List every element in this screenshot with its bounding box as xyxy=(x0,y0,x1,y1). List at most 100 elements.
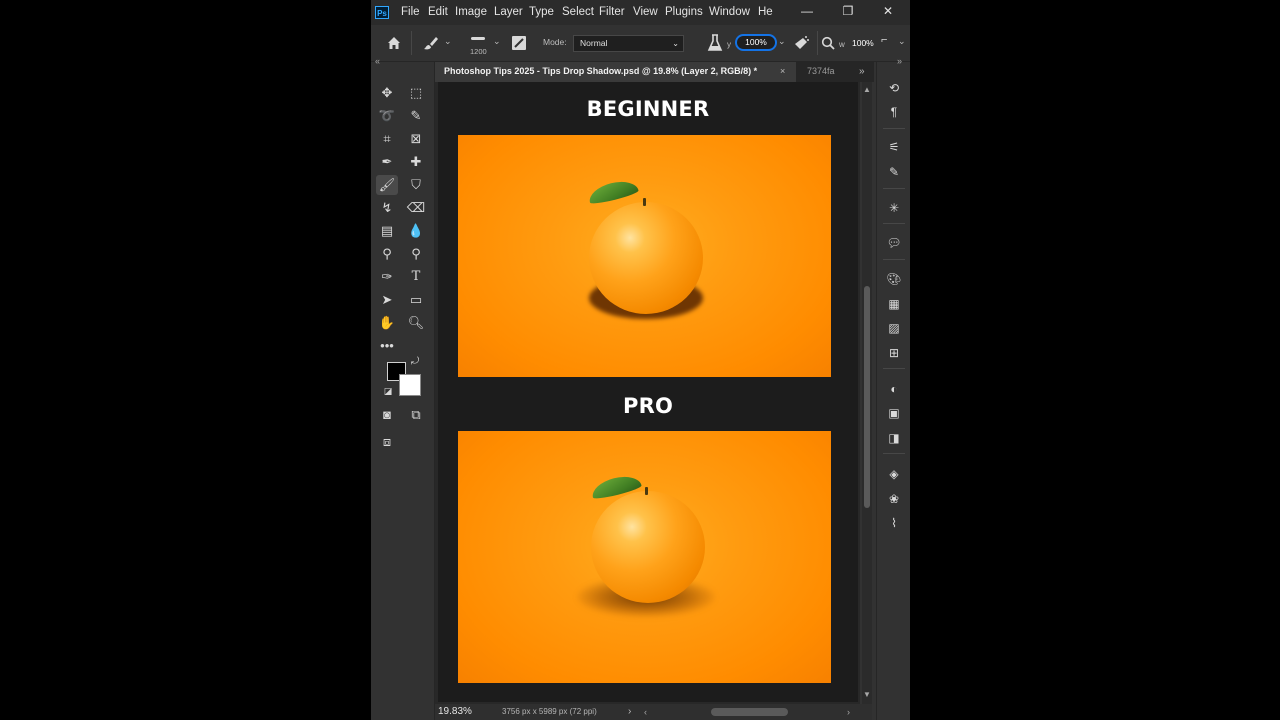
quick-mask-icon[interactable]: ◙ xyxy=(376,405,398,425)
eyedropper-tool-icon[interactable]: ✒ xyxy=(376,152,398,172)
status-menu-arrow[interactable]: › xyxy=(628,704,631,720)
crop-tool-icon[interactable]: ⌗ xyxy=(376,129,398,149)
home-icon[interactable] xyxy=(386,35,402,51)
grid-icon[interactable]: ▦ xyxy=(883,294,905,314)
swap-colors-icon[interactable]: ⤾ xyxy=(408,355,422,369)
search-icon[interactable] xyxy=(821,36,835,50)
scroll-right-icon[interactable]: › xyxy=(847,704,850,720)
status-bar: 19.83% 3756 px x 5989 px (72 ppi) › ‹ › xyxy=(435,704,872,720)
screen-mode-icon[interactable]: ⧉ xyxy=(405,405,427,425)
panel-divider xyxy=(883,188,905,189)
chevron-down-icon[interactable]: ⌄ xyxy=(778,36,786,47)
panel-divider xyxy=(883,368,905,369)
options-bar: ⌄ 1200 ⌄ Mode: Normal ⌄ y 100% ⌄ w 100% … xyxy=(371,25,910,62)
menu-file[interactable]: File xyxy=(401,0,420,25)
chevron-down-icon[interactable]: ⌄ xyxy=(493,36,501,47)
gradient-icon[interactable]: ▨ xyxy=(883,318,905,338)
gradient-tool-icon[interactable]: ▤ xyxy=(376,221,398,241)
menu-type[interactable]: Type xyxy=(529,0,554,25)
minimize-button[interactable]: — xyxy=(795,0,819,22)
panel-divider xyxy=(883,128,905,129)
chevron-down-icon[interactable]: ⌄ xyxy=(444,36,452,47)
history-icon[interactable]: ⟲ xyxy=(883,78,905,98)
flow-input[interactable]: 100% xyxy=(852,35,882,51)
brush-preset-icon[interactable] xyxy=(423,35,439,51)
scroll-up-icon[interactable]: ▲ xyxy=(863,85,871,94)
adjust-icon[interactable]: ⚟ xyxy=(883,137,905,157)
pressure-opacity-icon[interactable] xyxy=(707,34,723,52)
menu-filter[interactable]: Filter xyxy=(599,0,625,25)
more-tabs-icon[interactable]: » xyxy=(859,62,865,81)
lasso-tool-icon[interactable]: ➰ xyxy=(376,106,398,126)
pattern-icon[interactable]: ⊞ xyxy=(883,343,905,363)
path-select-tool-icon[interactable]: ➤ xyxy=(376,290,398,310)
adjustments-icon[interactable]: ◐ xyxy=(883,379,905,399)
menu-window[interactable]: Window xyxy=(709,0,750,25)
divider xyxy=(411,31,412,55)
default-colors-icon[interactable]: ◪ xyxy=(382,385,394,397)
brush-settings-icon[interactable]: ✎ xyxy=(883,162,905,182)
blur-tool-icon[interactable]: 💧 xyxy=(405,221,427,241)
airbrush-icon[interactable] xyxy=(792,34,810,52)
tab-active-document[interactable]: Photoshop Tips 2025 - Tips Drop Shadow.p… xyxy=(435,62,796,82)
brush-tip-icon[interactable] xyxy=(471,37,485,40)
heading-pro: PRO xyxy=(622,394,673,418)
type-tool-icon[interactable]: T xyxy=(405,267,427,287)
comment-icon[interactable]: 💬︎ xyxy=(883,233,905,253)
more-tools-icon[interactable]: ••• xyxy=(376,336,398,356)
mode-select[interactable]: Normal ⌄ xyxy=(573,35,684,52)
opacity-input[interactable]: 100% xyxy=(735,34,777,51)
scroll-down-icon[interactable]: ▼ xyxy=(863,690,871,699)
properties-icon[interactable]: ◨ xyxy=(883,428,905,448)
canvas-area[interactable]: BEGINNER PRO xyxy=(435,82,860,704)
vertical-scroll-thumb[interactable] xyxy=(864,286,870,508)
quick-select-tool-icon[interactable]: ✎ xyxy=(405,106,427,126)
paths-icon[interactable]: ⌇ xyxy=(883,513,905,533)
channels-icon[interactable]: ❀ xyxy=(883,489,905,509)
zoom-level[interactable]: 19.83% xyxy=(438,704,472,720)
healing-tool-icon[interactable]: ✚ xyxy=(405,152,427,172)
vertical-scrollbar[interactable]: ▲ ▼ xyxy=(862,82,872,704)
chevron-down-icon[interactable]: ⌄ xyxy=(898,36,906,47)
scroll-left-icon[interactable]: ‹ xyxy=(644,704,647,720)
stamp-tool-icon[interactable]: ⛉ xyxy=(405,175,427,195)
paragraph-icon[interactable]: ¶ xyxy=(883,102,905,122)
menu-layer[interactable]: Layer xyxy=(494,0,523,25)
mode-label: Mode: xyxy=(543,37,567,47)
dodge-tool-icon[interactable]: ⚲ xyxy=(376,244,398,264)
libraries-icon[interactable]: ▣ xyxy=(883,403,905,423)
tab-second-document[interactable]: 7374fa xyxy=(807,62,835,81)
close-window-button[interactable]: ✕ xyxy=(876,0,900,22)
frame-tool-icon[interactable]: ⊠ xyxy=(405,129,427,149)
menu-select[interactable]: Select xyxy=(562,0,594,25)
layers-icon[interactable]: ◈ xyxy=(883,464,905,484)
collapse-panels-button[interactable]: » xyxy=(897,56,902,66)
rectangle-tool-icon[interactable]: ▭ xyxy=(405,290,427,310)
palette-icon[interactable]: 🎨︎ xyxy=(883,269,905,289)
magic-icon[interactable]: ✳ xyxy=(883,198,905,218)
zoom-tool-icon[interactable]: 🔍︎ xyxy=(405,313,427,333)
chevron-down-icon: ⌄ xyxy=(672,39,679,48)
move-tool-icon[interactable]: ✥ xyxy=(376,83,398,103)
maximize-button[interactable]: ❐ xyxy=(836,0,860,22)
history-brush-tool-icon[interactable]: ↯ xyxy=(376,198,398,218)
brush-settings-panel-icon[interactable] xyxy=(511,35,527,51)
menu-plugins[interactable]: Plugins xyxy=(665,0,703,25)
menu-view[interactable]: View xyxy=(633,0,658,25)
marquee-tool-icon[interactable]: ⬚ xyxy=(405,83,427,103)
hand-tool-icon[interactable]: ✋ xyxy=(376,313,398,333)
eraser-tool-icon[interactable]: ⌫ xyxy=(405,198,427,218)
share-icon[interactable]: ⌐ xyxy=(881,34,887,46)
menu-edit[interactable]: Edit xyxy=(428,0,448,25)
brush-tool-icon[interactable]: 🖌 xyxy=(376,175,398,195)
close-tab-icon[interactable]: × xyxy=(780,62,785,81)
menu-image[interactable]: Image xyxy=(455,0,487,25)
generative-fill-icon[interactable]: ⧈ xyxy=(376,432,398,452)
horizontal-scroll-thumb[interactable] xyxy=(711,708,788,716)
background-color-swatch[interactable] xyxy=(399,374,421,396)
collapse-toolbar-button[interactable]: « xyxy=(375,56,380,66)
menu-help[interactable]: He xyxy=(758,0,773,25)
pen-tool-icon[interactable]: ✑ xyxy=(376,267,398,287)
document-canvas[interactable]: BEGINNER PRO xyxy=(438,82,858,702)
sponge-tool-icon[interactable]: ⚲ xyxy=(405,244,427,264)
